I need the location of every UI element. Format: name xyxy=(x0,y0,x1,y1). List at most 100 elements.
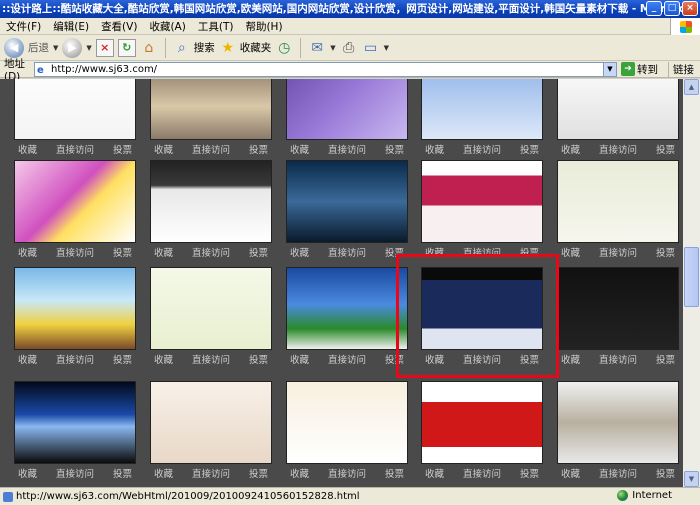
site-thumbnail[interactable] xyxy=(421,79,543,140)
forward-dropdown-icon[interactable]: ▼ xyxy=(86,44,91,52)
back-dropdown-icon[interactable]: ▼ xyxy=(53,44,58,52)
vote-link[interactable]: 投票 xyxy=(113,352,132,366)
site-thumbnail[interactable] xyxy=(150,267,272,350)
collect-link[interactable]: 收藏 xyxy=(290,142,309,156)
collect-link[interactable]: 收藏 xyxy=(561,352,580,366)
site-thumbnail[interactable] xyxy=(286,160,408,243)
visit-link[interactable]: 直接访问 xyxy=(328,142,366,156)
edit-page-icon[interactable]: ▭ xyxy=(362,39,380,57)
mail-dropdown-icon[interactable]: ▼ xyxy=(330,44,335,52)
visit-link[interactable]: 直接访问 xyxy=(56,245,94,259)
address-input[interactable]: e http://www.sj63.com/ ▼ xyxy=(34,61,617,77)
scroll-down-icon[interactable]: ▼ xyxy=(684,471,699,487)
site-thumbnail[interactable] xyxy=(557,160,679,243)
site-thumbnail[interactable] xyxy=(557,79,679,140)
vote-link[interactable]: 投票 xyxy=(113,142,132,156)
collect-link[interactable]: 收藏 xyxy=(425,466,444,480)
back-arrow-icon[interactable]: ◀ xyxy=(4,37,24,58)
site-thumbnail[interactable] xyxy=(557,381,679,464)
refresh-icon[interactable]: ↻ xyxy=(117,38,136,57)
visit-link[interactable]: 直接访问 xyxy=(328,245,366,259)
vote-link[interactable]: 投票 xyxy=(113,466,132,480)
vote-link[interactable]: 投票 xyxy=(249,245,268,259)
site-thumbnail[interactable] xyxy=(421,160,543,243)
print-icon[interactable]: ⎙ xyxy=(340,39,358,57)
visit-link[interactable]: 直接访问 xyxy=(599,352,637,366)
vote-link[interactable]: 投票 xyxy=(385,466,404,480)
menu-tools[interactable]: 工具(T) xyxy=(198,19,234,34)
collect-link[interactable]: 收藏 xyxy=(18,142,37,156)
vote-link[interactable]: 投票 xyxy=(656,142,675,156)
vote-link[interactable]: 投票 xyxy=(385,142,404,156)
vote-link[interactable]: 投票 xyxy=(113,245,132,259)
edit-dropdown-icon[interactable]: ▼ xyxy=(384,44,389,52)
visit-link[interactable]: 直接访问 xyxy=(192,245,230,259)
menu-favorites[interactable]: 收藏(A) xyxy=(149,19,185,34)
site-thumbnail[interactable] xyxy=(150,381,272,464)
go-button[interactable]: ➔ 转到 xyxy=(621,62,658,77)
collect-link[interactable]: 收藏 xyxy=(425,352,444,366)
collect-link[interactable]: 收藏 xyxy=(425,245,444,259)
back-button-label[interactable]: 后退 xyxy=(28,40,49,55)
scroll-up-icon[interactable]: ▲ xyxy=(684,79,699,95)
collect-link[interactable]: 收藏 xyxy=(561,466,580,480)
collect-link[interactable]: 收藏 xyxy=(154,142,173,156)
visit-link[interactable]: 直接访问 xyxy=(56,466,94,480)
menu-edit[interactable]: 编辑(E) xyxy=(53,19,89,34)
vote-link[interactable]: 投票 xyxy=(656,352,675,366)
maximize-icon[interactable]: □ xyxy=(664,1,680,16)
site-thumbnail[interactable] xyxy=(150,79,272,140)
visit-link[interactable]: 直接访问 xyxy=(328,352,366,366)
site-thumbnail[interactable] xyxy=(14,267,136,350)
visit-link[interactable]: 直接访问 xyxy=(599,245,637,259)
site-thumbnail[interactable] xyxy=(421,267,543,350)
collect-link[interactable]: 收藏 xyxy=(154,466,173,480)
visit-link[interactable]: 直接访问 xyxy=(599,142,637,156)
vote-link[interactable]: 投票 xyxy=(656,466,675,480)
vote-link[interactable]: 投票 xyxy=(385,352,404,366)
visit-link[interactable]: 直接访问 xyxy=(599,466,637,480)
site-thumbnail[interactable] xyxy=(286,381,408,464)
collect-link[interactable]: 收藏 xyxy=(290,245,309,259)
vote-link[interactable]: 投票 xyxy=(249,352,268,366)
visit-link[interactable]: 直接访问 xyxy=(463,245,501,259)
vote-link[interactable]: 投票 xyxy=(249,466,268,480)
visit-link[interactable]: 直接访问 xyxy=(463,142,501,156)
vote-link[interactable]: 投票 xyxy=(656,245,675,259)
site-thumbnail[interactable] xyxy=(557,267,679,350)
collect-link[interactable]: 收藏 xyxy=(154,352,173,366)
close-icon[interactable]: × xyxy=(682,1,698,16)
collect-link[interactable]: 收藏 xyxy=(18,466,37,480)
site-thumbnail[interactable] xyxy=(286,267,408,350)
favorites-button[interactable]: ★ 收藏夹 xyxy=(219,39,272,57)
vote-link[interactable]: 投票 xyxy=(520,245,539,259)
site-thumbnail[interactable] xyxy=(421,381,543,464)
history-icon[interactable]: ◷ xyxy=(275,39,293,57)
menu-help[interactable]: 帮助(H) xyxy=(245,19,282,34)
forward-arrow-icon[interactable]: ▶ xyxy=(62,37,83,58)
collect-link[interactable]: 收藏 xyxy=(154,245,173,259)
scrollbar-thumb[interactable] xyxy=(684,247,699,307)
collect-link[interactable]: 收藏 xyxy=(561,245,580,259)
collect-link[interactable]: 收藏 xyxy=(425,142,444,156)
visit-link[interactable]: 直接访问 xyxy=(463,352,501,366)
collect-link[interactable]: 收藏 xyxy=(18,245,37,259)
visit-link[interactable]: 直接访问 xyxy=(192,352,230,366)
vote-link[interactable]: 投票 xyxy=(520,142,539,156)
links-button[interactable]: 链接 xyxy=(668,61,694,77)
site-thumbnail[interactable] xyxy=(14,381,136,464)
menu-file[interactable]: 文件(F) xyxy=(6,19,41,34)
visit-link[interactable]: 直接访问 xyxy=(192,142,230,156)
collect-link[interactable]: 收藏 xyxy=(561,142,580,156)
visit-link[interactable]: 直接访问 xyxy=(192,466,230,480)
vertical-scrollbar[interactable]: ▲ ▼ xyxy=(683,79,700,487)
collect-link[interactable]: 收藏 xyxy=(290,466,309,480)
visit-link[interactable]: 直接访问 xyxy=(56,142,94,156)
collect-link[interactable]: 收藏 xyxy=(18,352,37,366)
mail-icon[interactable]: ✉ xyxy=(308,39,326,57)
vote-link[interactable]: 投票 xyxy=(520,352,539,366)
visit-link[interactable]: 直接访问 xyxy=(463,466,501,480)
vote-link[interactable]: 投票 xyxy=(385,245,404,259)
site-thumbnail[interactable] xyxy=(14,160,136,243)
address-dropdown-icon[interactable]: ▼ xyxy=(603,62,616,76)
